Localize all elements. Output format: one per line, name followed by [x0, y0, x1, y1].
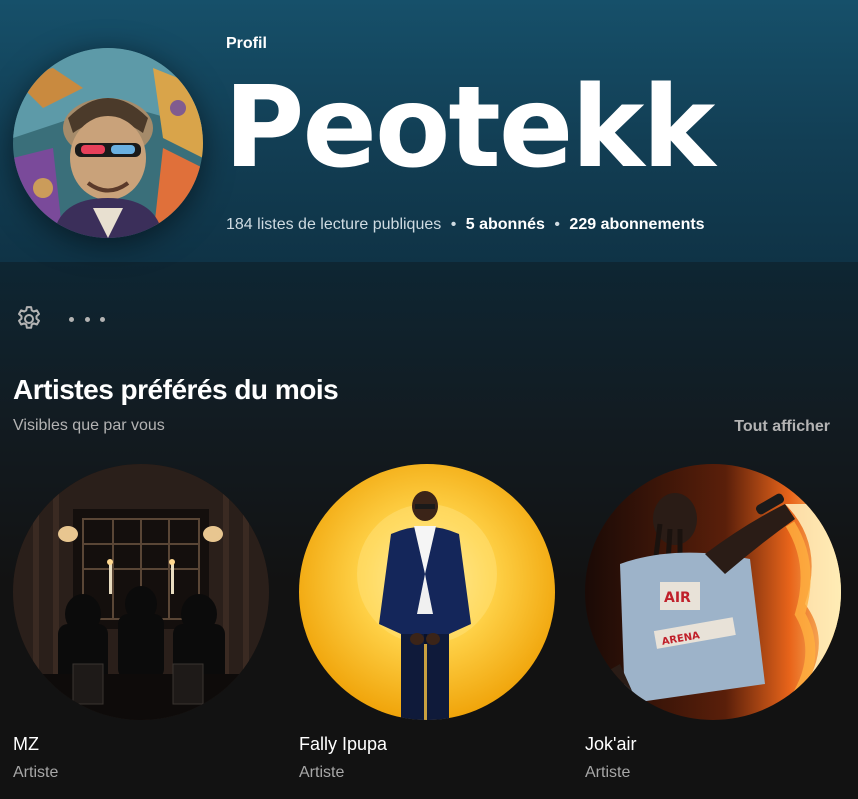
artist-card[interactable]: AIR ARENA Jok'air Artiste	[585, 464, 843, 782]
profile-name: Peotekk	[224, 63, 715, 193]
artist-name[interactable]: Fally Ipupa	[299, 734, 557, 755]
artist-type: Artiste	[585, 764, 631, 781]
profile-avatar[interactable]	[13, 48, 203, 238]
svg-text:AIR: AIR	[664, 590, 691, 606]
public-playlists-count: 184 listes de lecture publiques	[226, 216, 442, 233]
artist-photo-jokair: AIR ARENA	[585, 464, 841, 720]
profile-stats: 184 listes de lecture publiques • 5 abon…	[226, 216, 705, 234]
artist-photo-fally-ipupa	[299, 464, 555, 720]
gear-icon	[18, 306, 40, 329]
more-horizontal-icon	[84, 316, 90, 322]
stats-separator: •	[554, 216, 560, 233]
artist-image: AIR ARENA	[585, 464, 841, 720]
following-link[interactable]: 229 abonnements	[569, 216, 704, 233]
profile-type-label: Profil	[226, 35, 267, 52]
more-horizontal-icon	[69, 316, 74, 322]
artist-image	[299, 464, 555, 720]
artist-type: Artiste	[13, 764, 59, 781]
followers-link[interactable]: 5 abonnés	[466, 216, 545, 233]
artist-photo-mz	[13, 464, 269, 720]
artist-name[interactable]: MZ	[13, 734, 271, 755]
action-bar	[13, 303, 105, 335]
settings-button[interactable]	[13, 303, 45, 335]
artist-card[interactable]: Fally Ipupa Artiste	[299, 464, 557, 782]
artist-card[interactable]: MZ Artiste	[13, 464, 271, 782]
show-all-link[interactable]: Tout afficher	[734, 418, 830, 436]
stats-separator: •	[450, 216, 457, 233]
more-options-button[interactable]	[69, 303, 105, 335]
artist-type: Artiste	[299, 764, 345, 781]
section-subtitle: Visibles que par vous	[13, 417, 165, 434]
avatar-image	[13, 48, 203, 238]
section-title[interactable]: Artistes préférés du mois	[13, 374, 339, 406]
more-horizontal-icon	[100, 316, 105, 322]
artist-image	[13, 464, 269, 720]
artist-name[interactable]: Jok'air	[585, 734, 843, 755]
